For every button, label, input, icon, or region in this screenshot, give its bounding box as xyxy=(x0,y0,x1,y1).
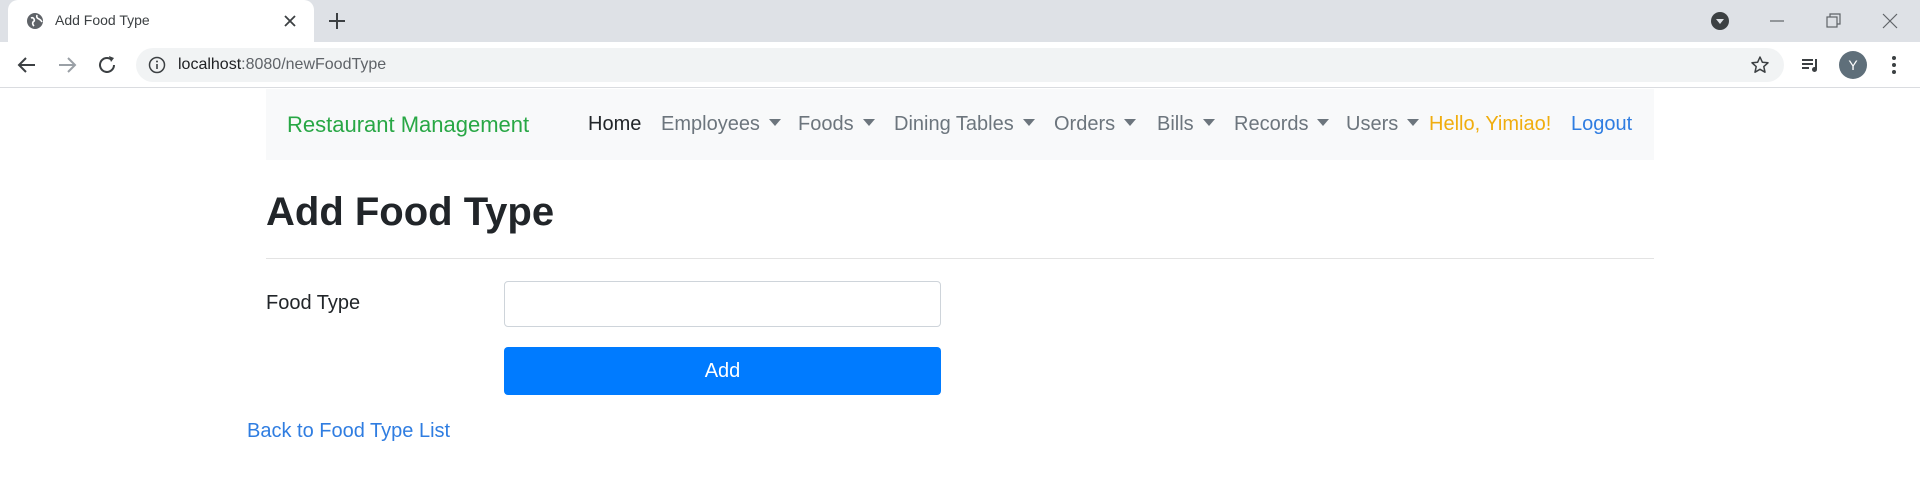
nav-label: Employees xyxy=(661,113,760,135)
navbar: Restaurant Management Home Employees Foo… xyxy=(266,89,1654,160)
page-title: Add Food Type xyxy=(266,190,555,234)
nav-foods-dropdown[interactable]: Foods xyxy=(798,113,875,136)
close-icon[interactable] xyxy=(282,13,298,29)
caret-down-icon xyxy=(862,119,875,126)
minimize-icon[interactable] xyxy=(1764,8,1790,34)
nav-dining-tables-dropdown[interactable]: Dining Tables xyxy=(894,113,1035,136)
nav-records-dropdown[interactable]: Records xyxy=(1234,113,1330,136)
food-type-label: Food Type xyxy=(266,292,361,314)
food-type-input[interactable] xyxy=(504,281,941,327)
nav-orders-dropdown[interactable]: Orders xyxy=(1054,113,1137,136)
nav-label: Records xyxy=(1234,113,1309,135)
restore-icon[interactable] xyxy=(1820,8,1846,34)
info-icon[interactable] xyxy=(148,56,166,74)
nav-label: Orders xyxy=(1054,113,1116,135)
logout-link[interactable]: Logout xyxy=(1571,113,1632,136)
caret-down-icon xyxy=(1124,119,1137,126)
nav-label: Foods xyxy=(798,113,854,135)
star-icon[interactable] xyxy=(1750,55,1770,75)
nav-users-dropdown[interactable]: Users xyxy=(1346,113,1420,136)
browser-tabstrip: Add Food Type xyxy=(0,0,1920,42)
url-text[interactable]: localhost:8080/newFoodType xyxy=(178,56,386,74)
caret-down-icon xyxy=(1407,119,1420,126)
url-host: localhost xyxy=(178,56,242,73)
playlist-icon[interactable] xyxy=(1799,53,1823,77)
user-greeting: Hello, Yimiao! xyxy=(1429,113,1552,135)
nav-home[interactable]: Home xyxy=(588,113,641,136)
caret-down-icon xyxy=(768,119,781,126)
browser-tab[interactable]: Add Food Type xyxy=(8,0,314,42)
plus-icon[interactable] xyxy=(326,10,348,32)
window-close-icon[interactable] xyxy=(1877,8,1903,34)
nav-label: Users xyxy=(1346,113,1399,135)
back-icon[interactable] xyxy=(15,53,39,77)
nav-label: Bills xyxy=(1157,113,1194,135)
nav-label: Dining Tables xyxy=(894,113,1014,135)
media-icon[interactable] xyxy=(1707,8,1733,34)
caret-down-icon xyxy=(1202,119,1215,126)
caret-down-icon xyxy=(1022,119,1035,126)
url-path: :8080/newFoodType xyxy=(241,56,387,73)
address-bar[interactable]: localhost:8080/newFoodType xyxy=(136,48,1784,82)
globe-icon xyxy=(27,13,43,29)
nav-label: Home xyxy=(588,113,642,135)
forward-icon[interactable] xyxy=(55,53,79,77)
back-to-food-type-list-link[interactable]: Back to Food Type List xyxy=(247,420,450,443)
divider xyxy=(266,258,1654,259)
reload-icon[interactable] xyxy=(95,53,119,77)
navbar-brand[interactable]: Restaurant Management xyxy=(287,112,529,138)
nav-employees-dropdown[interactable]: Employees xyxy=(661,113,781,136)
nav-bills-dropdown[interactable]: Bills xyxy=(1157,113,1215,136)
add-button[interactable]: Add xyxy=(504,347,941,395)
tab-title: Add Food Type xyxy=(55,12,150,28)
browser-toolbar: localhost:8080/newFoodType Y xyxy=(0,42,1920,88)
more-icon[interactable] xyxy=(1882,53,1906,77)
avatar[interactable]: Y xyxy=(1839,51,1867,79)
caret-down-icon xyxy=(1317,119,1330,126)
